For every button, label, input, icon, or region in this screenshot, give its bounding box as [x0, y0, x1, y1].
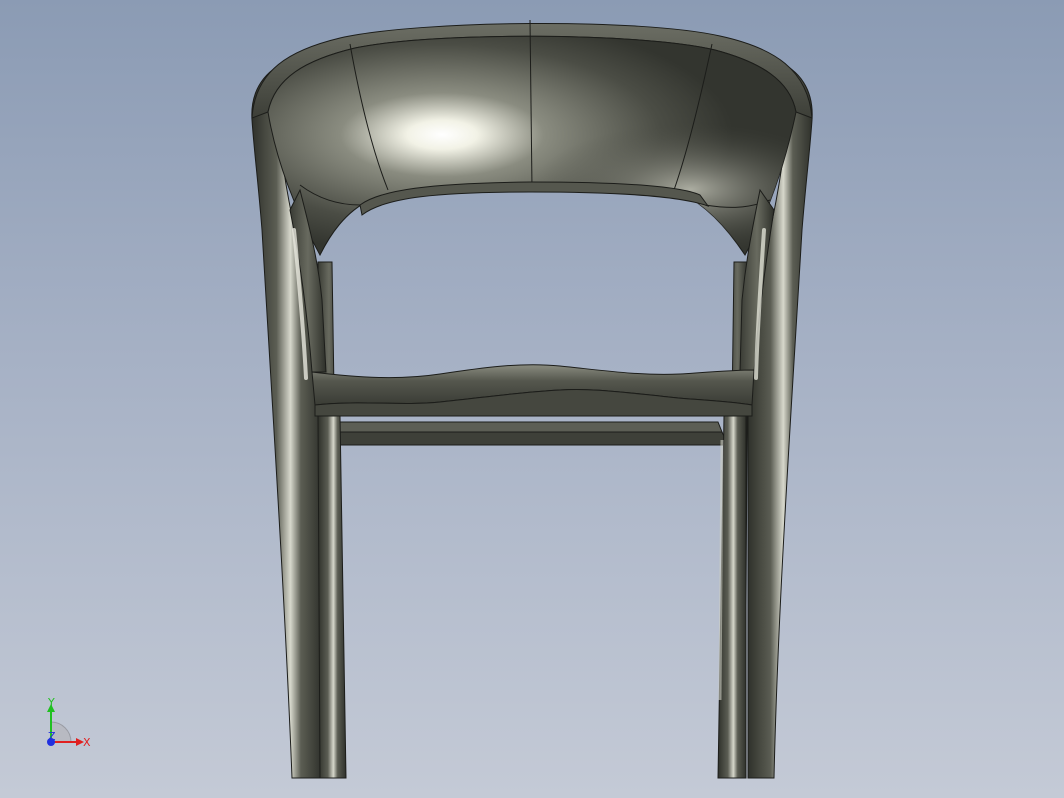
cad-viewport[interactable]: Y X Z [0, 0, 1064, 798]
coordinate-triad: Y X Z [47, 696, 91, 749]
x-axis-label: X [83, 736, 91, 749]
y-axis-label: Y [47, 696, 55, 709]
z-axis-label: Z [48, 730, 56, 743]
chair-model[interactable] [0, 0, 1064, 798]
